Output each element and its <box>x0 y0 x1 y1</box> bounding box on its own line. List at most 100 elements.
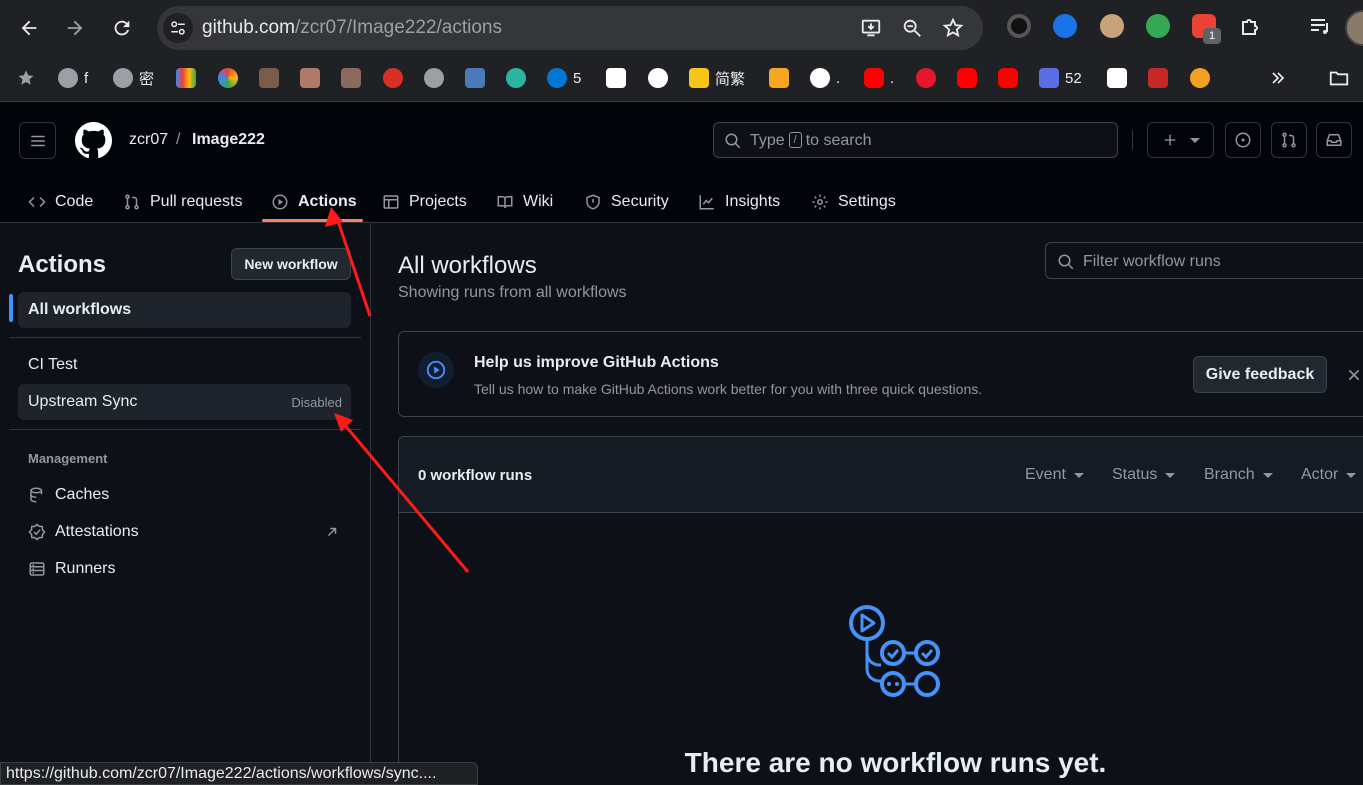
sidebar-item-attestations[interactable]: Attestations <box>28 520 139 544</box>
status-filter-button[interactable]: Status <box>1112 466 1176 484</box>
search-input[interactable]: Type / to search <box>713 122 1118 158</box>
banner-description: Tell us how to make GitHub Actions work … <box>474 381 983 397</box>
sidebar-item-ci-test[interactable]: CI Test <box>18 347 351 383</box>
gear-icon <box>812 194 828 210</box>
tab-wiki[interactable]: Wiki <box>496 182 553 222</box>
sidebar-divider <box>9 337 361 338</box>
forward-button[interactable] <box>61 14 89 42</box>
repo-link[interactable]: Image222 <box>192 131 265 149</box>
inbox-button[interactable] <box>1316 122 1352 158</box>
avatar-icon <box>259 68 279 88</box>
bookmark-11[interactable] <box>506 67 526 89</box>
new-workflow-button[interactable]: New workflow <box>231 248 351 280</box>
tab-label: Pull requests <box>150 193 243 210</box>
url-text[interactable]: github.com/zcr07/Image222/actions <box>202 17 502 39</box>
bookmark-16[interactable] <box>769 67 789 89</box>
back-button[interactable] <box>15 14 43 42</box>
tab-code[interactable]: Code <box>28 182 93 222</box>
photos-icon <box>218 68 238 88</box>
close-icon <box>1348 369 1360 381</box>
orange-icon <box>1190 68 1210 88</box>
bookmark-8[interactable] <box>383 67 403 89</box>
bookmark-12[interactable]: 5 <box>547 67 581 89</box>
bookmark-9[interactable] <box>424 67 444 89</box>
bookmark-17[interactable]: . <box>810 67 840 89</box>
tab-projects[interactable]: Projects <box>382 182 467 222</box>
bookmark-19[interactable] <box>916 67 936 89</box>
bookmark-21[interactable] <box>998 67 1018 89</box>
menu-button[interactable] <box>19 122 56 159</box>
branch-filter-button[interactable]: Branch <box>1204 466 1273 484</box>
cloud-icon <box>1107 68 1127 88</box>
extension-face-icon[interactable] <box>1100 14 1124 38</box>
bookmark-24[interactable] <box>1148 67 1168 89</box>
actor-filter-button[interactable]: Actor <box>1301 466 1357 484</box>
tab-insights[interactable]: Insights <box>698 182 780 222</box>
youtube-icon <box>957 68 977 88</box>
bookmark-label: . <box>890 69 895 87</box>
bookmark-23[interactable] <box>1107 67 1127 89</box>
tab-settings[interactable]: Settings <box>811 182 896 222</box>
close-banner-button[interactable] <box>1343 364 1363 386</box>
bookmark-5[interactable] <box>259 67 279 89</box>
disabled-badge: Disabled <box>291 395 342 410</box>
pull-request-icon <box>125 194 139 210</box>
bookmark-10[interactable] <box>465 67 485 89</box>
tab-pull-requests[interactable]: Pull requests <box>123 182 243 222</box>
tab-security[interactable]: Security <box>584 182 669 222</box>
c-icon <box>1039 68 1059 88</box>
tab-label: Actions <box>298 193 357 210</box>
bookmarks-folder[interactable] <box>1328 67 1350 89</box>
bookmark-22[interactable]: 52 <box>1039 67 1082 89</box>
event-filter-button[interactable]: Event <box>1025 466 1084 484</box>
weibo-icon <box>916 68 936 88</box>
install-app-icon[interactable] <box>859 16 883 40</box>
issues-button[interactable] <box>1225 122 1261 158</box>
zoom-icon[interactable] <box>900 16 924 40</box>
tab-actions[interactable]: Actions <box>271 182 357 222</box>
external-link-icon[interactable] <box>325 525 339 539</box>
url-path: /zcr07/Image222/actions <box>294 17 502 38</box>
sidebar-item-upstream-sync[interactable]: Upstream Sync Disabled <box>18 384 351 420</box>
bookmark-label: 密 <box>139 70 155 88</box>
bookmark-4[interactable] <box>218 67 238 89</box>
sidebar-item-caches[interactable]: Caches <box>28 483 109 507</box>
bookmark-7[interactable] <box>341 67 361 89</box>
reading-list-icon[interactable] <box>1308 14 1332 38</box>
bookmark-20[interactable] <box>957 67 977 89</box>
extension-record-icon[interactable] <box>1007 14 1031 38</box>
bookmark-6[interactable] <box>300 67 320 89</box>
bookmark-3[interactable] <box>176 67 196 89</box>
extension-triangle-icon[interactable] <box>1053 14 1077 38</box>
sidebar-item-all-workflows[interactable]: All workflows <box>18 292 351 328</box>
bookmark-2[interactable]: 密 <box>113 67 154 89</box>
workflow-illustration-icon <box>849 605 940 697</box>
graph-icon <box>699 195 714 210</box>
management-label: Runners <box>55 560 116 577</box>
site-info-icon[interactable] <box>163 13 193 43</box>
bookmark-15[interactable]: 简繁 <box>689 67 745 89</box>
more-bookmarks[interactable] <box>1268 67 1288 89</box>
bookmark-star[interactable] <box>16 67 36 89</box>
github-logo-icon[interactable] <box>75 122 112 159</box>
chevron-down-icon <box>1165 472 1176 478</box>
bookmark-13[interactable] <box>606 67 626 89</box>
address-bar[interactable]: github.com/zcr07/Image222/actions <box>157 6 983 50</box>
bookmark-25[interactable] <box>1190 67 1210 89</box>
create-new-button[interactable] <box>1147 122 1214 158</box>
owner-link[interactable]: zcr07 <box>129 131 168 149</box>
profile-avatar[interactable] <box>1345 10 1363 46</box>
give-feedback-button[interactable]: Give feedback <box>1193 356 1327 393</box>
filter-workflow-runs-input[interactable]: Filter workflow runs <box>1045 242 1363 279</box>
onedrive-icon <box>547 68 567 88</box>
chevron-down-icon <box>1262 472 1273 478</box>
extensions-puzzle-icon[interactable] <box>1239 14 1263 38</box>
bookmark-14[interactable] <box>648 67 668 89</box>
sidebar-item-runners[interactable]: Runners <box>28 557 115 581</box>
extension-cube-icon[interactable] <box>1146 14 1170 38</box>
bookmark-18[interactable]: . <box>864 67 894 89</box>
pull-requests-button[interactable] <box>1271 122 1307 158</box>
reload-button[interactable] <box>108 14 136 42</box>
bookmark-1[interactable]: f <box>58 67 88 89</box>
bookmark-star-icon[interactable] <box>941 16 965 40</box>
